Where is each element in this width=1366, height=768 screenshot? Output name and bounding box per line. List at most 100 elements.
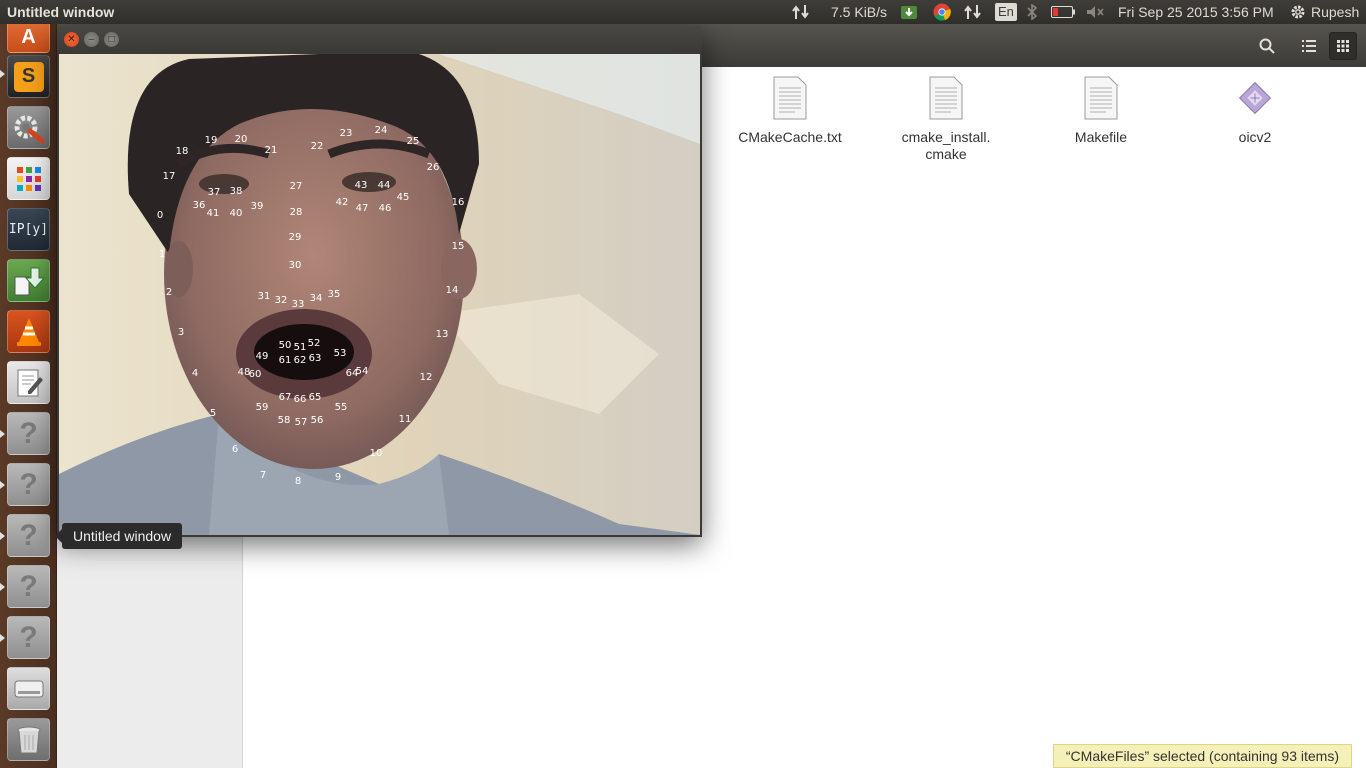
maximize-button[interactable]: □ xyxy=(104,32,119,47)
landmark-label: 12 xyxy=(420,372,433,383)
file-item[interactable]: Makefile xyxy=(1041,76,1161,145)
file-item[interactable]: cmake_install. cmake xyxy=(886,76,1006,163)
landmark-label: 44 xyxy=(378,180,391,191)
landmark-label: 40 xyxy=(230,208,243,219)
landmark-label: 43 xyxy=(355,180,368,191)
landmark-label: 3 xyxy=(178,327,184,338)
landmark-label: 26 xyxy=(427,162,440,173)
landmark-label: 35 xyxy=(328,289,341,300)
landmark-label: 16 xyxy=(452,197,465,208)
launcher-drive[interactable] xyxy=(7,667,50,710)
transfer-arrows-icon[interactable] xyxy=(964,3,982,21)
landmark-label: 32 xyxy=(275,295,288,306)
net-speed[interactable]: 7.5 KiB/s xyxy=(831,3,887,21)
launcher-unknown-app-1[interactable]: ? xyxy=(7,412,50,455)
landmark-label: 37 xyxy=(208,187,221,198)
vlc-cone-icon xyxy=(16,317,41,346)
ipython-icon: IP[y] xyxy=(8,222,49,237)
search-icon xyxy=(1259,38,1275,54)
landmark-label: 34 xyxy=(310,293,323,304)
landmark-label: 29 xyxy=(289,232,302,243)
hard-drive-icon xyxy=(14,680,43,697)
launcher-text-editor[interactable] xyxy=(7,361,50,404)
launcher-ipython[interactable]: IP[y] xyxy=(7,208,50,251)
landmark-label: 61 xyxy=(279,355,292,366)
camera-image: 0 1 2 3 4 5 6 7 8 9 10 11 12 13 14 15 16 17 18 19 20 21 22 23 24… xyxy=(59,54,700,535)
landmark-label: 63 xyxy=(309,353,322,364)
text-file-icon xyxy=(929,76,963,120)
launcher-unknown-app-4[interactable]: ? xyxy=(7,565,50,608)
launcher: A S IP[y] ? ? ? ? ? xyxy=(0,10,57,768)
file-item[interactable]: oicv2 xyxy=(1195,76,1315,145)
grid-view-icon xyxy=(1337,40,1349,52)
chrome-icon[interactable] xyxy=(933,3,951,21)
launcher-unknown-app-2[interactable]: ? xyxy=(7,463,50,506)
launcher-sublime-text[interactable]: S xyxy=(7,55,50,98)
landmark-label: 56 xyxy=(311,415,324,426)
landmark-label: 2 xyxy=(166,287,172,298)
network-arrows-icon[interactable] xyxy=(792,3,810,21)
landmark-label: 42 xyxy=(336,197,349,208)
landmark-label: 49 xyxy=(256,351,269,362)
close-button[interactable]: ✕ xyxy=(64,32,79,47)
landmark-label: 8 xyxy=(295,476,301,487)
landmark-label: 13 xyxy=(436,329,449,340)
landmark-label: 47 xyxy=(356,203,369,214)
launcher-tooltip: Untitled window xyxy=(54,523,183,549)
landmark-label: 28 xyxy=(290,207,303,218)
landmark-label: 25 xyxy=(407,136,420,147)
question-icon: ? xyxy=(19,467,38,501)
landmark-label: 30 xyxy=(289,260,302,271)
grid-view-button[interactable] xyxy=(1329,32,1357,60)
image-window[interactable]: ✕ – □ 0 1 2 3 4 5 6 7 8 9 10 11 12 13 14… xyxy=(57,26,702,537)
landmark-label: 21 xyxy=(265,145,278,156)
landmark-label: 9 xyxy=(335,472,341,483)
landmark-label: 36 xyxy=(193,200,206,211)
clock[interactable]: Fri Sep 25 2015 3:56 PM xyxy=(1118,3,1274,21)
trash-icon xyxy=(17,726,40,753)
landmark-label: 57 xyxy=(295,417,308,428)
download-icon xyxy=(14,267,45,295)
window-titlebar[interactable]: ✕ – □ xyxy=(57,26,702,53)
landmark-label: 11 xyxy=(399,414,412,425)
update-manager-icon[interactable] xyxy=(900,3,918,21)
landmark-label: 66 xyxy=(294,394,307,405)
question-icon: ? xyxy=(19,569,38,603)
file-name: CMakeCache.txt xyxy=(738,129,842,145)
launcher-vlc[interactable] xyxy=(7,310,50,353)
landmark-label: 60 xyxy=(249,369,262,380)
launcher-app-grid[interactable] xyxy=(7,157,50,200)
question-icon: ? xyxy=(19,620,38,654)
landmark-label: 51 xyxy=(294,342,307,353)
bluetooth-icon[interactable] xyxy=(1023,3,1041,21)
landmark-label: 15 xyxy=(452,241,465,252)
landmark-label: 53 xyxy=(334,348,347,359)
minimize-button[interactable]: – xyxy=(84,32,99,47)
text-file-icon xyxy=(1084,76,1118,120)
session-gear-icon[interactable] xyxy=(1289,3,1307,21)
landmark-label: 46 xyxy=(379,203,392,214)
landmark-label: 17 xyxy=(163,171,176,182)
search-button[interactable] xyxy=(1253,32,1281,60)
list-view-button[interactable] xyxy=(1295,32,1323,60)
launcher-unknown-app-5[interactable]: ? xyxy=(7,616,50,659)
landmark-label: 1 xyxy=(159,249,165,260)
landmark-label: 39 xyxy=(251,201,264,212)
launcher-unknown-app-3[interactable]: ? xyxy=(7,514,50,557)
user-name[interactable]: Rupesh xyxy=(1311,3,1359,21)
volume-muted-icon[interactable] xyxy=(1086,3,1104,21)
list-view-icon xyxy=(1302,40,1316,52)
app-grid-icon xyxy=(16,166,41,191)
landmark-label: 14 xyxy=(446,285,459,296)
landmark-label: 52 xyxy=(308,338,321,349)
battery-icon[interactable] xyxy=(1051,3,1075,21)
keyboard-layout-indicator[interactable]: En xyxy=(995,3,1017,21)
landmark-label: 67 xyxy=(279,392,292,403)
landmark-label: 38 xyxy=(230,186,243,197)
text-editor-icon xyxy=(17,369,43,396)
file-name: Makefile xyxy=(1074,129,1128,145)
launcher-download-manager[interactable] xyxy=(7,259,50,302)
launcher-trash[interactable] xyxy=(7,718,50,761)
file-item[interactable]: CMakeCache.txt xyxy=(730,76,850,145)
launcher-system-settings[interactable] xyxy=(7,106,50,149)
